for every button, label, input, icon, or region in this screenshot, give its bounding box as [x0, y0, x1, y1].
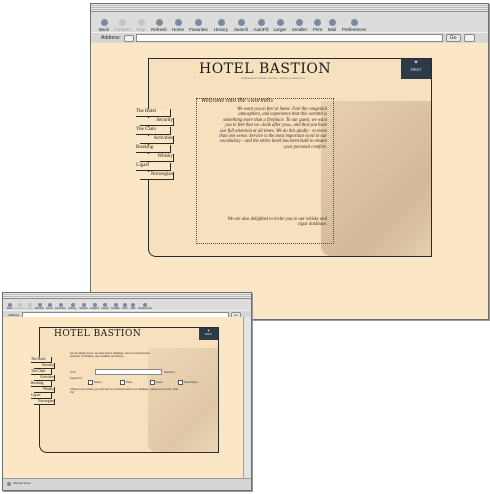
stop-icon: [137, 19, 145, 26]
address-label: Address:: [8, 312, 20, 317]
home-button[interactable]: Home: [170, 12, 186, 32]
preferences-button[interactable]: Preferences: [339, 12, 369, 32]
status-bar: Internet zone: [3, 478, 251, 490]
nav-norwegian[interactable]: Norwegian: [34, 399, 55, 405]
autofill-icon: [257, 19, 265, 26]
database-intro-text: For all whisky lovers, we have built a d…: [70, 352, 151, 359]
print-button[interactable]: Print: [310, 12, 325, 32]
welcome-title: Welcome into the «warmth»: [201, 97, 274, 104]
main-nav: The Hotel Security The Clain Activities …: [136, 109, 176, 229]
hotel-logo[interactable]: HOTEL BASTION: [199, 61, 331, 77]
status-text: Internet zone: [13, 481, 31, 485]
autofill-button[interactable]: AutoFill: [251, 12, 271, 32]
search-field-icon[interactable]: [463, 34, 475, 42]
autofill-button[interactable]: AutoFill: [89, 299, 100, 310]
main-nav: The Hotel Security The Clain Activities …: [31, 357, 61, 427]
database-invite-text[interactable]: We are also delighted to invite you to o…: [219, 217, 327, 228]
first-label: FIRST: [204, 333, 213, 336]
print-icon: [314, 19, 321, 26]
hotel-panel: HOTEL BASTION GÖTEBORGS SVENSKA HOTELL ·…: [148, 58, 432, 257]
name-checkbox[interactable]: [88, 380, 93, 385]
search-icon: [237, 19, 245, 26]
page-content: HOTEL BASTION ✦ FIRST For all whisky lov…: [3, 317, 243, 478]
first-badge: ✦ FIRST: [199, 328, 218, 340]
mail-button[interactable]: Mail: [129, 299, 137, 310]
history-icon: [217, 19, 225, 26]
first-label: FIRST: [410, 67, 422, 72]
browser-window-search: Back Forward Stop Refresh Home Favorites…: [2, 292, 252, 491]
price-checkbox[interactable]: [120, 380, 125, 385]
home-button[interactable]: Home: [45, 299, 54, 310]
go-button[interactable]: Go: [445, 34, 461, 42]
nav-the-hotel[interactable]: The Hotel: [136, 109, 171, 117]
refresh-button[interactable]: Refresh: [148, 12, 170, 32]
search-text-input[interactable]: [95, 369, 162, 375]
favorites-button[interactable]: Favorites: [54, 299, 67, 310]
vertical-scrollbar[interactable]: [243, 317, 251, 478]
preferences-icon: [350, 19, 358, 26]
toolbar: Back Forward Stop Refresh Home Favorites…: [91, 12, 488, 32]
search-submit-button[interactable]: [Search]: [164, 370, 174, 374]
favorites-button[interactable]: Favorites: [186, 12, 211, 32]
name-option-label: Name: [94, 380, 102, 384]
stop-button[interactable]: Stop: [134, 12, 148, 32]
back-button[interactable]: Back: [97, 12, 111, 32]
smaller-text-icon: [296, 19, 303, 26]
search-button[interactable]: Search: [78, 299, 89, 310]
forward-arrow-icon: [119, 19, 126, 26]
forward-button[interactable]: Forward: [111, 12, 134, 32]
refresh-button[interactable]: Refresh: [34, 299, 45, 310]
home-icon: [174, 19, 182, 26]
smaller-button[interactable]: Smaller: [289, 12, 310, 32]
price-option-label: Price: [126, 380, 133, 384]
nav-the-clain[interactable]: The Clain: [136, 127, 171, 135]
forward-button[interactable]: Forward: [14, 299, 26, 310]
text-label: Text:: [70, 370, 76, 374]
larger-button[interactable]: Larger: [271, 12, 289, 32]
history-button[interactable]: History: [211, 12, 231, 32]
welcome-text: We want you to feel at home. Feel the co…: [219, 107, 327, 150]
first-badge: ✦ FIRST: [401, 59, 431, 79]
taste-option-label: Taste: [156, 380, 163, 384]
mail-icon: [328, 19, 336, 26]
title-bar[interactable]: [91, 4, 488, 12]
hotel-panel: HOTEL BASTION ✦ FIRST For all whisky lov…: [39, 327, 219, 453]
nav-security[interactable]: Security: [140, 118, 174, 126]
nav-activities[interactable]: Activities: [140, 136, 174, 144]
description-checkbox[interactable]: [178, 380, 183, 385]
hotel-logo[interactable]: HOTEL BASTION: [54, 329, 141, 339]
nav-norwegian[interactable]: Norwegian: [140, 172, 174, 180]
search-button[interactable]: Search: [231, 12, 251, 32]
refresh-icon: [155, 19, 163, 26]
back-button[interactable]: Back: [6, 299, 14, 310]
stop-button[interactable]: Stop: [26, 299, 34, 310]
search-in-label: Search in:: [70, 376, 83, 380]
larger-text-icon: [276, 19, 284, 26]
taste-checkbox[interactable]: [150, 380, 155, 385]
address-dropdown-icon[interactable]: [123, 34, 134, 42]
globe-icon: [7, 482, 11, 486]
address-input[interactable]: [135, 34, 443, 42]
nav-whisky[interactable]: Whisky: [140, 154, 174, 162]
nav-booking[interactable]: Booking: [136, 145, 171, 153]
hotel-interior-photo: [148, 348, 218, 452]
nav-cigars[interactable]: Cigars: [136, 163, 171, 171]
larger-button[interactable]: Larger: [100, 299, 110, 310]
hotel-interior-photo: [321, 101, 431, 256]
smaller-button[interactable]: Smaller: [110, 299, 121, 310]
toolbar: Back Forward Stop Refresh Home Favorites…: [3, 299, 251, 310]
favorites-icon: [195, 19, 202, 26]
mail-button[interactable]: Mail: [325, 12, 339, 32]
eagle-icon: ✦: [413, 60, 419, 66]
history-button[interactable]: History: [67, 299, 78, 310]
preferences-button[interactable]: Preferences: [137, 299, 153, 310]
address-label: Address:: [101, 35, 121, 41]
suggestion-note: If there is any whisky you feel that we …: [70, 388, 179, 395]
browser-window-main: Back Forward Stop Refresh Home Favorites…: [90, 3, 489, 320]
description-option-label: Description: [184, 380, 198, 384]
page-content: HOTEL BASTION GÖTEBORGS SVENSKA HOTELL ·…: [91, 43, 488, 319]
back-arrow-icon: [100, 19, 108, 26]
logo-subtitle: GÖTEBORGS SVENSKA HOTELL · ÖSTRA HAMNGAT…: [241, 77, 305, 80]
print-button[interactable]: Print: [121, 299, 129, 310]
